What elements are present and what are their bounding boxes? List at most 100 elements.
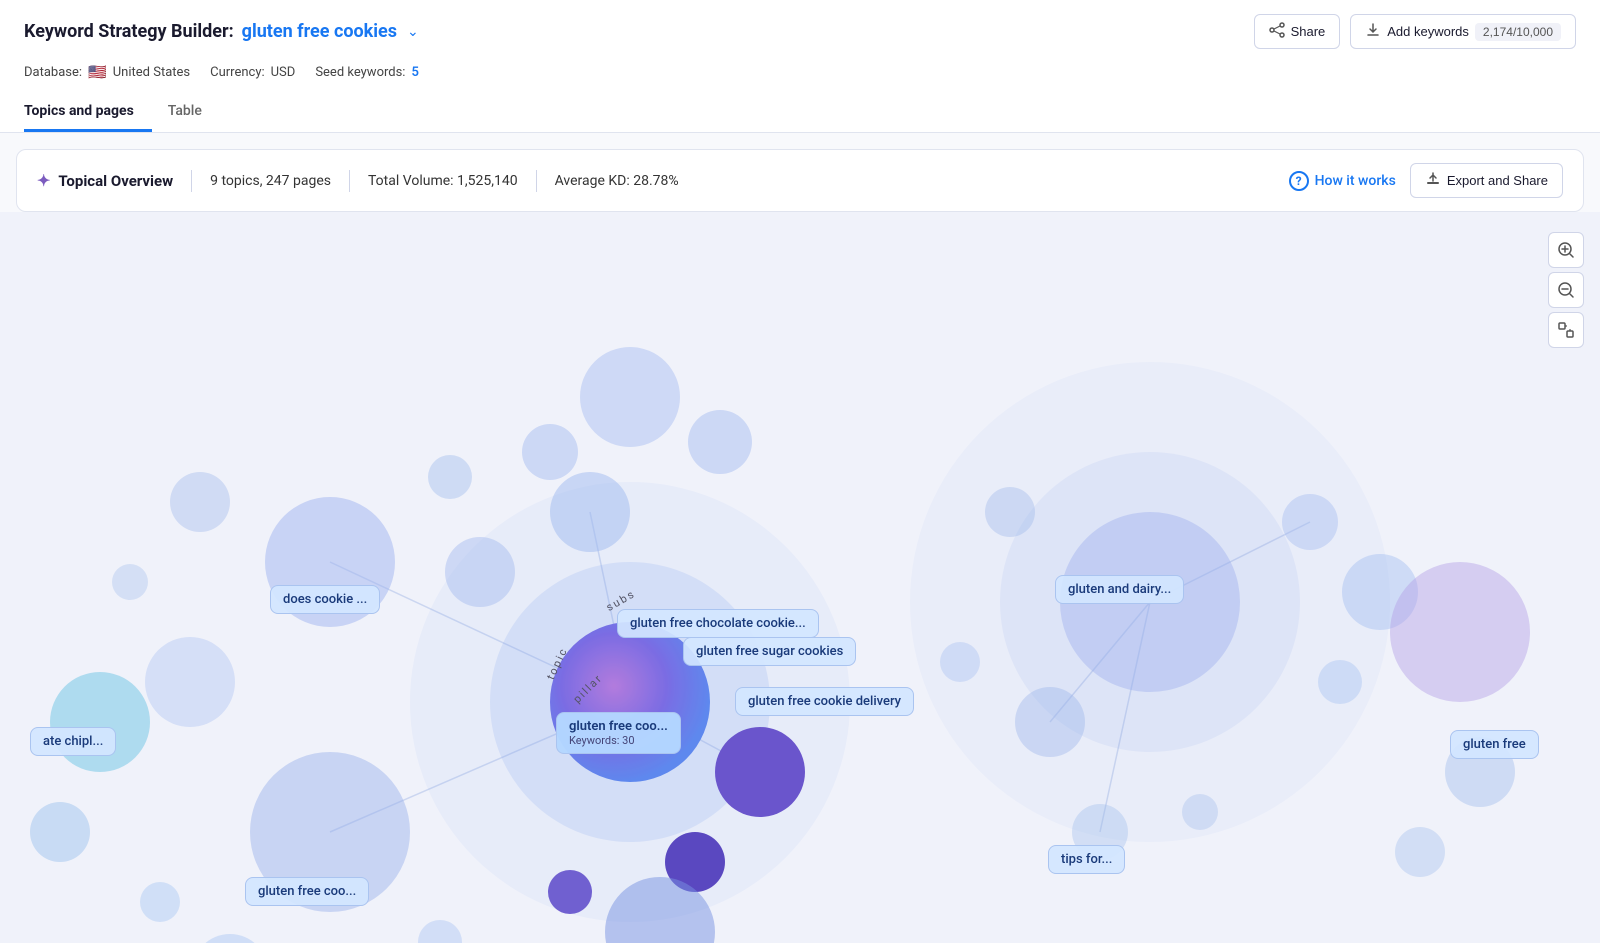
how-it-works-label: How it works xyxy=(1315,173,1396,189)
connector-line xyxy=(330,562,630,702)
kd-value: 28.78% xyxy=(633,173,678,189)
tooltip-tt10[interactable]: gluten free xyxy=(1450,730,1539,759)
seed-keywords-item: Seed keywords: 5 xyxy=(315,65,419,80)
bubble-b11[interactable] xyxy=(548,870,592,914)
bubble-b_right11[interactable] xyxy=(1182,794,1218,830)
bubble-b20[interactable] xyxy=(418,920,462,943)
tooltip-tt6[interactable]: gluten free cookie delivery xyxy=(735,687,914,716)
download-icon xyxy=(1365,22,1381,41)
header-actions: Share Add keywords 2,174/10,000 xyxy=(1254,14,1576,49)
export-icon xyxy=(1425,171,1441,190)
zoom-controls xyxy=(1548,232,1584,348)
bubble-b3[interactable] xyxy=(410,482,850,922)
bubble-b4[interactable] xyxy=(265,497,395,627)
tooltip-tt4[interactable]: gluten free chocolate cookie... xyxy=(617,609,819,638)
tooltip-tt1[interactable]: does cookie ... xyxy=(270,585,380,614)
bubble-b22[interactable] xyxy=(428,455,472,499)
bubble-b17[interactable] xyxy=(30,802,90,862)
connector-line xyxy=(630,702,760,772)
tooltip-text: ate chipl... xyxy=(43,734,103,749)
tab-table[interactable]: Table xyxy=(168,93,220,132)
bubbles-svg xyxy=(0,212,1600,943)
tab-topics-and-pages[interactable]: Topics and pages xyxy=(24,93,152,132)
tooltip-tt9[interactable]: tips for... xyxy=(1048,845,1125,874)
bubble-b_right9[interactable] xyxy=(940,642,980,682)
currency-label: Currency: xyxy=(210,65,265,80)
tabs: Topics and pages Table xyxy=(24,93,1576,132)
export-share-button[interactable]: Export and Share xyxy=(1410,163,1563,198)
keyword-count-badge: 2,174/10,000 xyxy=(1475,23,1561,41)
bubble-b10[interactable] xyxy=(605,877,715,943)
title-chevron-icon[interactable]: ⌄ xyxy=(407,24,419,40)
kd-stat: Average KD: 28.78% xyxy=(555,173,679,189)
bubble-b_right5[interactable] xyxy=(1342,554,1418,630)
bubble-b_right2[interactable] xyxy=(1000,452,1300,752)
bubble-b_right12[interactable] xyxy=(1390,562,1530,702)
volume-stat: Total Volume: 1,525,140 xyxy=(368,173,518,189)
flag-icon: 🇺🇸 xyxy=(88,63,107,81)
currency-item: Currency: USD xyxy=(210,65,295,80)
add-keywords-label: Add keywords xyxy=(1387,24,1469,39)
bubble-b_right13[interactable] xyxy=(1445,737,1515,807)
share-icon xyxy=(1269,22,1285,41)
divider-2 xyxy=(349,170,350,192)
bubble-b16[interactable] xyxy=(50,672,150,772)
bubble-b24[interactable] xyxy=(112,564,148,600)
bubble-label-lbl1: subs xyxy=(604,587,638,614)
bubble-b7[interactable] xyxy=(445,537,515,607)
bubble-b13[interactable] xyxy=(522,424,578,480)
database-item: Database: 🇺🇸 United States xyxy=(24,63,190,81)
bubble-b1[interactable] xyxy=(550,622,710,782)
zoom-out-button[interactable] xyxy=(1548,272,1584,308)
tooltip-tt8[interactable]: gluten and dairy... xyxy=(1055,575,1184,604)
tooltip-tt2[interactable]: gluten free coo... xyxy=(245,877,369,906)
bubble-b8[interactable] xyxy=(715,727,805,817)
seed-keywords-label: Seed keywords: xyxy=(315,65,405,80)
bubble-canvas[interactable]: does cookie ... gluten free coo... ate chi… xyxy=(0,212,1600,943)
sparkle-icon: ✦ xyxy=(37,171,50,190)
bubble-b_right8[interactable] xyxy=(1015,687,1085,757)
tooltip-tt5[interactable]: gluten free sugar cookies xyxy=(683,637,856,666)
topics-pages-stat: 9 topics, 247 pages xyxy=(210,173,331,189)
add-keywords-button[interactable]: Add keywords 2,174/10,000 xyxy=(1350,14,1576,49)
zoom-in-button[interactable] xyxy=(1548,232,1584,268)
tooltip-tt3[interactable]: ate chipl... xyxy=(30,727,116,756)
bubble-b15[interactable] xyxy=(688,410,752,474)
bubble-b6[interactable] xyxy=(145,637,235,727)
tooltip-text: gluten free xyxy=(1463,737,1526,752)
bubble-b_right10[interactable] xyxy=(1072,804,1128,860)
header: Keyword Strategy Builder: gluten free co… xyxy=(0,0,1600,133)
bubble-b5[interactable] xyxy=(250,752,410,912)
share-button[interactable]: Share xyxy=(1254,14,1341,49)
bubble-b19[interactable] xyxy=(192,934,268,943)
bubble-b_right4[interactable] xyxy=(1282,494,1338,550)
tooltip-text: gluten free chocolate cookie... xyxy=(630,616,806,631)
topical-overview-title: Topical Overview xyxy=(58,172,173,190)
tooltip-text: gluten free coo... xyxy=(258,884,356,899)
header-top: Keyword Strategy Builder: gluten free co… xyxy=(24,0,1576,59)
bubble-b_right3[interactable] xyxy=(910,362,1390,842)
bubble-b2[interactable] xyxy=(490,562,770,842)
bubble-label-lbl2: topic xyxy=(544,645,570,682)
bubble-b21[interactable] xyxy=(170,472,230,532)
tooltip-text: gluten and dairy... xyxy=(1068,582,1171,597)
bubble-b9[interactable] xyxy=(665,832,725,892)
currency-value: USD xyxy=(271,65,296,80)
connector-line xyxy=(1150,522,1310,602)
tooltip-tt7[interactable]: gluten free coo...Keywords: 30 xyxy=(556,712,681,754)
bubble-b18[interactable] xyxy=(140,882,180,922)
database-label: Database: xyxy=(24,65,82,80)
bubble-b_right14[interactable] xyxy=(1395,827,1445,877)
bubble-b12[interactable] xyxy=(550,472,630,552)
bubble-b14[interactable] xyxy=(580,347,680,447)
zoom-fit-button[interactable] xyxy=(1548,312,1584,348)
bubble-b_right1[interactable] xyxy=(1060,512,1240,692)
title-area: Keyword Strategy Builder: gluten free co… xyxy=(24,21,419,42)
tooltip-sub-label: Keywords: 30 xyxy=(569,734,668,747)
bubble-b_right6[interactable] xyxy=(1318,660,1362,704)
how-it-works-button[interactable]: ? How it works xyxy=(1289,171,1396,191)
tooltip-text: tips for... xyxy=(1061,852,1112,867)
divider-1 xyxy=(191,170,192,192)
volume-value: 1,525,140 xyxy=(457,173,518,189)
bubble-b_right7[interactable] xyxy=(985,487,1035,537)
